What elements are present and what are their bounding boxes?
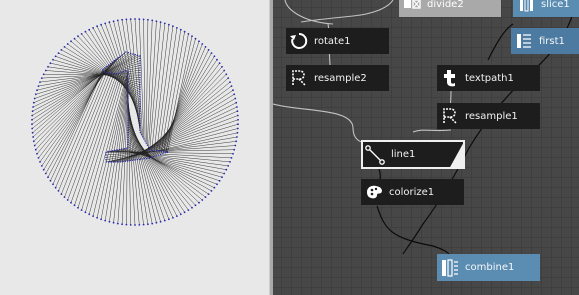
node-combine1[interactable]: combine1 (437, 254, 540, 281)
slice-icon (513, 0, 539, 17)
connection-lines (31, 18, 239, 226)
node-label: colorize1 (389, 186, 435, 198)
app-window: divide2 slice1 first1 rotate1 resample2 … (0, 0, 579, 295)
node-label: first1 (539, 35, 565, 47)
node-first1[interactable]: first1 (511, 28, 579, 54)
colorize-icon (361, 179, 387, 205)
line-icon (361, 142, 389, 168)
viewer-canvas (31, 18, 239, 226)
node-label: resample2 (314, 72, 367, 84)
viewer-pane[interactable] (0, 0, 269, 295)
node-slice1[interactable]: slice1 (513, 0, 579, 17)
node-label: rotate1 (314, 35, 351, 47)
node-rotate1[interactable]: rotate1 (286, 28, 389, 54)
rotate-icon (286, 28, 312, 54)
render-flag-icon[interactable] (449, 140, 465, 169)
node-line1[interactable]: line1 (361, 140, 465, 169)
node-label: divide2 (427, 0, 464, 10)
wire-slice (487, 23, 514, 61)
resample-icon (286, 65, 312, 91)
circle-points (31, 18, 239, 226)
node-label: combine1 (465, 262, 515, 273)
node-label: resample1 (465, 110, 518, 122)
node-label: textpath1 (465, 72, 514, 84)
divide-icon (399, 0, 425, 17)
wire-colorize (376, 205, 450, 255)
node-label: line1 (391, 149, 416, 160)
combine-icon (437, 255, 463, 281)
node-colorize1[interactable]: colorize1 (361, 179, 464, 205)
wire-divide (300, 0, 394, 23)
node-resample2[interactable]: resample2 (286, 65, 389, 91)
node-label: slice1 (541, 0, 570, 10)
node-textpath1[interactable]: textpath1 (437, 65, 540, 91)
resample-icon (437, 103, 463, 129)
wire-resample2 (273, 103, 364, 143)
text-icon (437, 65, 463, 91)
first-icon (511, 28, 537, 54)
wire-resample (412, 129, 452, 133)
network-pane[interactable]: divide2 slice1 first1 rotate1 resample2 … (273, 0, 579, 295)
node-resample1[interactable]: resample1 (437, 103, 540, 129)
node-divide2[interactable]: divide2 (399, 0, 501, 17)
